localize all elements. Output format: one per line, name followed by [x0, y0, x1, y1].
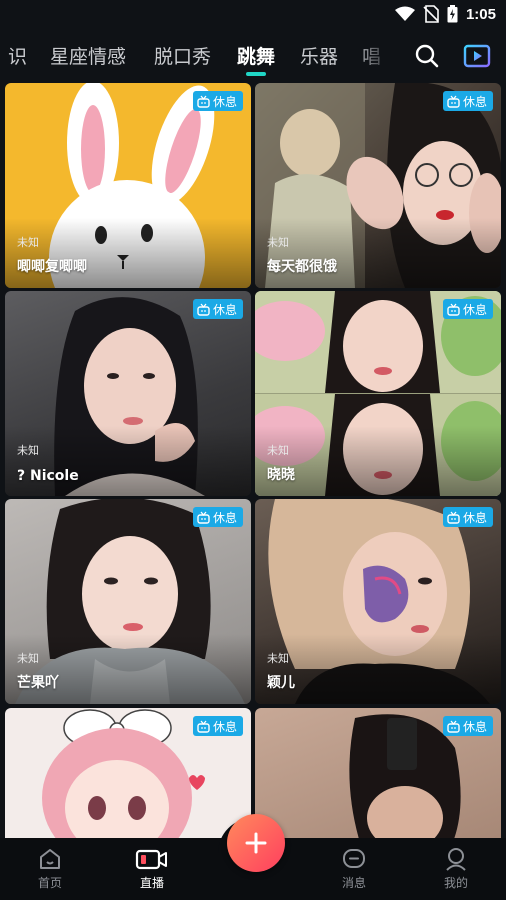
card-shade	[255, 634, 501, 704]
card-shade	[5, 634, 251, 704]
tv-icon	[197, 95, 210, 108]
stream-card[interactable]: 休息 未知 颖儿	[255, 499, 501, 704]
streamer-name: 每天都很饿	[267, 259, 337, 275]
nav-profile[interactable]: 我的	[426, 846, 486, 891]
stream-card[interactable]: 休息 未知 每天都很饿	[255, 83, 501, 288]
status-badge: 休息	[442, 507, 493, 527]
tv-icon	[447, 95, 460, 108]
tv-icon	[447, 303, 460, 316]
tv-icon	[447, 720, 460, 733]
nav-label: 我的	[443, 876, 468, 890]
no-sim-icon	[423, 5, 439, 23]
message-icon	[343, 849, 365, 868]
category-tab-bar: 识 星座情感 脱口秀 跳舞 乐器 唱	[0, 30, 506, 80]
wifi-icon	[394, 6, 415, 21]
search-icon[interactable]	[413, 42, 441, 70]
streamer-name: 颖儿	[267, 675, 295, 691]
live-icon	[135, 849, 167, 870]
nav-messages[interactable]: 消息	[324, 846, 384, 891]
badge-label: 休息	[212, 719, 237, 734]
bottom-nav-bar: 首页 直播 消息 我的	[0, 814, 506, 900]
video-play-icon[interactable]	[463, 42, 491, 70]
status-bar: 1:05	[0, 0, 506, 28]
badge-label: 休息	[212, 510, 237, 525]
badge-label: 休息	[212, 302, 237, 317]
badge-label: 休息	[462, 510, 487, 525]
stream-card[interactable]: 休息 未知 唧唧复唧唧	[5, 83, 251, 288]
tab-dance[interactable]: 跳舞	[237, 42, 275, 69]
card-shade	[5, 218, 251, 288]
status-badge: 休息	[442, 716, 493, 736]
stream-state: 未知	[267, 236, 289, 249]
tab-talk-show[interactable]: 脱口秀	[154, 42, 211, 69]
stream-card[interactable]: 休息 未知 ? Nicole	[5, 291, 251, 496]
streamer-name: ? Nicole	[17, 468, 79, 484]
card-shade	[5, 426, 251, 496]
badge-label: 休息	[462, 302, 487, 317]
streamer-name: 晓晓	[267, 467, 295, 483]
stream-grid: 休息 未知 唧唧复唧唧 休息 未知 每天都很饿 休息 未知 ? Nicole 休…	[5, 83, 501, 838]
clock: 1:05	[465, 5, 496, 23]
status-badge: 休息	[192, 716, 243, 736]
card-shade	[255, 426, 501, 496]
status-badge: 休息	[192, 91, 243, 111]
nav-home[interactable]: 首页	[20, 846, 80, 891]
status-badge: 休息	[442, 91, 493, 111]
battery-charging-icon	[447, 5, 458, 23]
home-icon	[40, 849, 60, 869]
tab-partial-left[interactable]: 识	[8, 42, 27, 69]
tv-icon	[197, 511, 210, 524]
status-icons: 1:05	[394, 4, 496, 24]
card-shade	[255, 218, 501, 288]
nav-label: 首页	[37, 876, 62, 890]
nav-label: 消息	[341, 876, 366, 890]
status-badge: 休息	[442, 299, 493, 319]
stream-state: 未知	[267, 652, 289, 665]
streamer-name: 芒果吖	[17, 675, 59, 691]
status-badge: 休息	[192, 299, 243, 319]
stream-state: 未知	[17, 236, 39, 249]
active-tab-indicator	[246, 72, 266, 76]
status-badge: 休息	[192, 507, 243, 527]
stream-state: 未知	[17, 444, 39, 457]
stream-card[interactable]: 休息 未知 晓晓	[255, 291, 501, 496]
profile-icon	[446, 848, 466, 871]
tab-instrument[interactable]: 乐器	[300, 42, 338, 69]
tv-icon	[197, 303, 210, 316]
badge-label: 休息	[462, 719, 487, 734]
stream-card[interactable]: 休息 未知 芒果吖	[5, 499, 251, 704]
stream-card[interactable]: 休息	[5, 708, 251, 838]
badge-label: 休息	[462, 94, 487, 109]
tv-icon	[197, 720, 210, 733]
tv-icon	[447, 511, 460, 524]
plus-icon	[245, 832, 267, 854]
stream-card[interactable]: 休息	[255, 708, 501, 838]
tab-horoscope-emotion[interactable]: 星座情感	[50, 42, 126, 69]
badge-label: 休息	[212, 94, 237, 109]
streamer-name: 唧唧复唧唧	[17, 259, 87, 275]
stream-state: 未知	[17, 652, 39, 665]
tab-fade-overlay	[352, 30, 412, 80]
nav-live[interactable]: 直播	[122, 846, 182, 891]
create-live-button[interactable]	[227, 814, 285, 872]
nav-label: 直播	[139, 876, 164, 890]
stream-state: 未知	[267, 444, 289, 457]
